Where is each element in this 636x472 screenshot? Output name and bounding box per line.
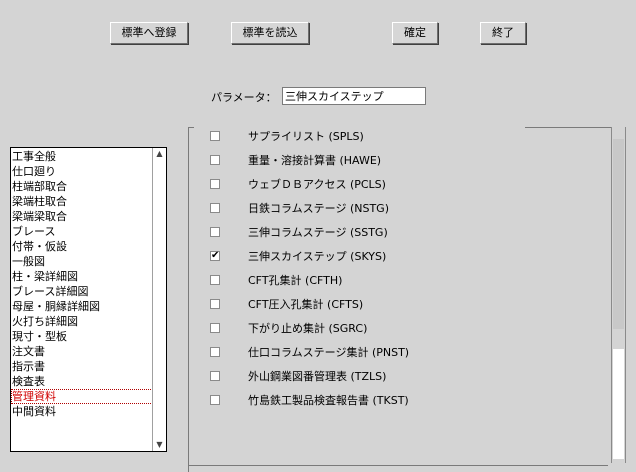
option-row[interactable]: 重量・溶接計算書 (HAWE)	[210, 152, 381, 168]
category-list-item[interactable]: 指示書	[11, 359, 153, 374]
category-list-item[interactable]: 工事全般	[11, 149, 153, 164]
option-row[interactable]: 竹島鉄工製品検査報告書 (TKST)	[210, 392, 409, 408]
option-label: 下がり止め集計 (SGRC)	[248, 322, 368, 335]
checkbox[interactable]	[210, 299, 220, 309]
checkbox[interactable]	[210, 155, 220, 165]
category-list[interactable]: 工事全般 仕口廻り 柱端部取合 梁端柱取合 梁端梁取合 ブレース 付帯・仮設 一般図 柱・梁詳細…	[10, 147, 167, 452]
options-scrollbar-thumb[interactable]	[613, 349, 624, 459]
load-standard-button[interactable]: 標準を読込	[231, 22, 309, 44]
option-label: 外山鋼業図番管理表 (TZLS)	[248, 370, 387, 383]
checkbox[interactable]	[210, 395, 220, 405]
option-label: CFT孔集計 (CFTH)	[248, 274, 343, 287]
register-standard-button[interactable]: 標準へ登録	[110, 22, 188, 44]
category-list-item[interactable]: 柱・梁詳細図	[11, 269, 153, 284]
checkbox[interactable]	[210, 227, 220, 237]
panel-border-top	[525, 127, 611, 128]
category-list-item[interactable]: 仕口廻り	[11, 164, 153, 179]
category-list-item[interactable]: 母屋・胴縁詳細図	[11, 299, 153, 314]
option-row[interactable]: CFT孔集計 (CFTH)	[210, 272, 342, 288]
options-scrollbar-track[interactable]	[613, 139, 624, 329]
checkbox-checked[interactable]: ✔	[210, 251, 220, 261]
category-list-item[interactable]: 火打ち詳細図	[11, 314, 153, 329]
parameter-label: パラメータ：	[211, 91, 277, 104]
checkbox[interactable]	[210, 323, 220, 333]
category-list-item[interactable]: ブレース詳細図	[11, 284, 153, 299]
option-row[interactable]: CFT圧入孔集計 (CFTS)	[210, 296, 363, 312]
category-list-item[interactable]: 一般図	[11, 254, 153, 269]
checkbox[interactable]	[210, 275, 220, 285]
option-row[interactable]: 仕口コラムステージ集計 (PNST)	[210, 344, 409, 360]
exit-button[interactable]: 終了	[480, 22, 526, 44]
category-list-item[interactable]: 付帯・仮設	[11, 239, 153, 254]
category-list-item[interactable]: 梁端柱取合	[11, 194, 153, 209]
option-row[interactable]: 日鉄コラムステージ (NSTG)	[210, 200, 389, 216]
category-list-scrollbar[interactable]: ▲ ▼	[152, 148, 166, 451]
checkbox[interactable]	[210, 203, 220, 213]
option-row[interactable]: 外山鋼業図番管理表 (TZLS)	[210, 368, 386, 384]
option-label: CFT圧入孔集計 (CFTS)	[248, 298, 364, 311]
option-label: 竹島鉄工製品検査報告書 (TKST)	[248, 394, 409, 407]
parameter-input[interactable]	[282, 87, 426, 105]
option-label: 仕口コラムステージ集計 (PNST)	[248, 346, 410, 359]
category-list-items: 工事全般 仕口廻り 柱端部取合 梁端柱取合 梁端梁取合 ブレース 付帯・仮設 一般図 柱・梁詳細…	[11, 149, 153, 419]
category-list-item[interactable]: 柱端部取合	[11, 179, 153, 194]
checkbox[interactable]	[210, 371, 220, 381]
category-list-item[interactable]: 現寸・型板	[11, 329, 153, 344]
category-list-item[interactable]: 管理資料	[11, 389, 153, 404]
checkbox[interactable]	[210, 347, 220, 357]
panel-border-left	[188, 127, 189, 472]
category-list-item[interactable]: ブレース	[11, 224, 153, 239]
checkbox[interactable]	[210, 179, 220, 189]
scroll-up-arrow-icon[interactable]: ▲	[153, 148, 166, 160]
option-row[interactable]: サプライリスト (SPLS)	[210, 128, 364, 144]
option-row[interactable]: 三伸コラムステージ (SSTG)	[210, 224, 388, 240]
confirm-button[interactable]: 確定	[392, 22, 438, 44]
option-row[interactable]: ✔ 三伸スカイステップ (SKYS)	[210, 248, 386, 264]
option-label: 三伸コラムステージ (SSTG)	[248, 226, 388, 239]
option-label: 日鉄コラムステージ (NSTG)	[248, 202, 389, 215]
option-label: 重量・溶接計算書 (HAWE)	[248, 154, 382, 167]
option-label: 三伸スカイステップ (SKYS)	[248, 250, 387, 263]
category-list-item[interactable]: 中間資料	[11, 404, 153, 419]
option-label: サプライリスト (SPLS)	[248, 130, 364, 143]
panel-border-bottom	[188, 465, 608, 466]
checkbox[interactable]	[210, 131, 220, 141]
category-list-item[interactable]: 注文書	[11, 344, 153, 359]
scroll-down-arrow-icon[interactable]: ▼	[153, 439, 166, 451]
category-list-item[interactable]: 検査表	[11, 374, 153, 389]
options-scrollbar[interactable]	[611, 127, 626, 463]
option-row[interactable]: ウェブＤＢアクセス (PCLS)	[210, 176, 386, 192]
option-label: ウェブＤＢアクセス (PCLS)	[248, 178, 386, 191]
checkmark-icon: ✔	[211, 250, 220, 261]
option-row[interactable]: 下がり止め集計 (SGRC)	[210, 320, 367, 336]
category-list-item[interactable]: 梁端梁取合	[11, 209, 153, 224]
